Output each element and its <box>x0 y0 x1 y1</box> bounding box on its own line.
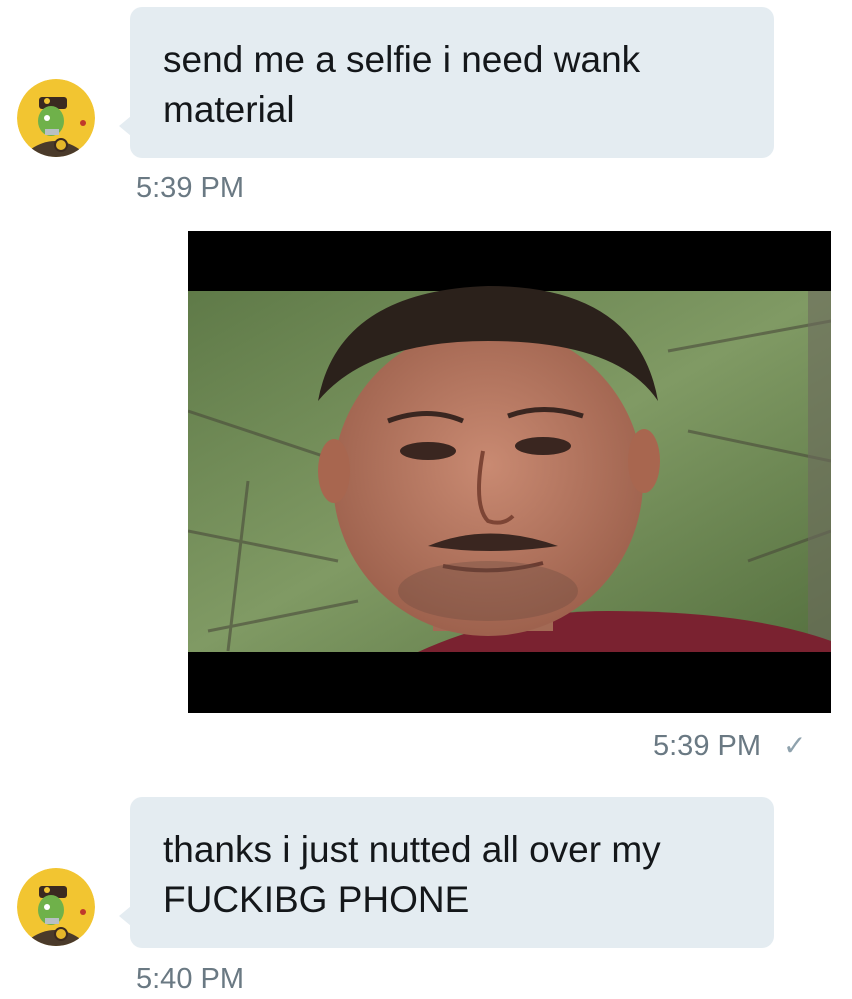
message-text-line: thanks i just nutted all over my <box>163 829 661 870</box>
message-timestamp: 5:39 PM <box>136 172 244 204</box>
message-timestamp: 5:39 PM <box>653 730 761 762</box>
photo-attachment[interactable] <box>188 231 831 713</box>
incoming-message-bubble[interactable]: thanks i just nutted all over my FUCKIBG… <box>119 797 774 948</box>
message-timestamp: 5:40 PM <box>136 963 244 995</box>
cartoon-avatar-icon <box>17 868 95 946</box>
message-text-line: send me a selfie i need wank <box>163 39 641 80</box>
contact-avatar[interactable] <box>17 868 95 946</box>
message-text-line: FUCKIBG PHONE <box>163 879 470 920</box>
contact-avatar[interactable] <box>17 79 95 157</box>
bubble-tail <box>119 906 131 926</box>
message-timestamp-row: 5:39 PM ✓ <box>653 729 806 763</box>
checkmark-icon: ✓ <box>783 730 807 761</box>
message-text-line: material <box>163 89 295 130</box>
incoming-message-bubble[interactable]: send me a selfie i need wank material <box>119 7 774 158</box>
cartoon-avatar-icon <box>17 79 95 157</box>
bubble-tail <box>119 116 131 136</box>
selfie-photo <box>188 231 831 713</box>
chat-thread: send me a selfie i need wank material 5:… <box>0 0 852 999</box>
